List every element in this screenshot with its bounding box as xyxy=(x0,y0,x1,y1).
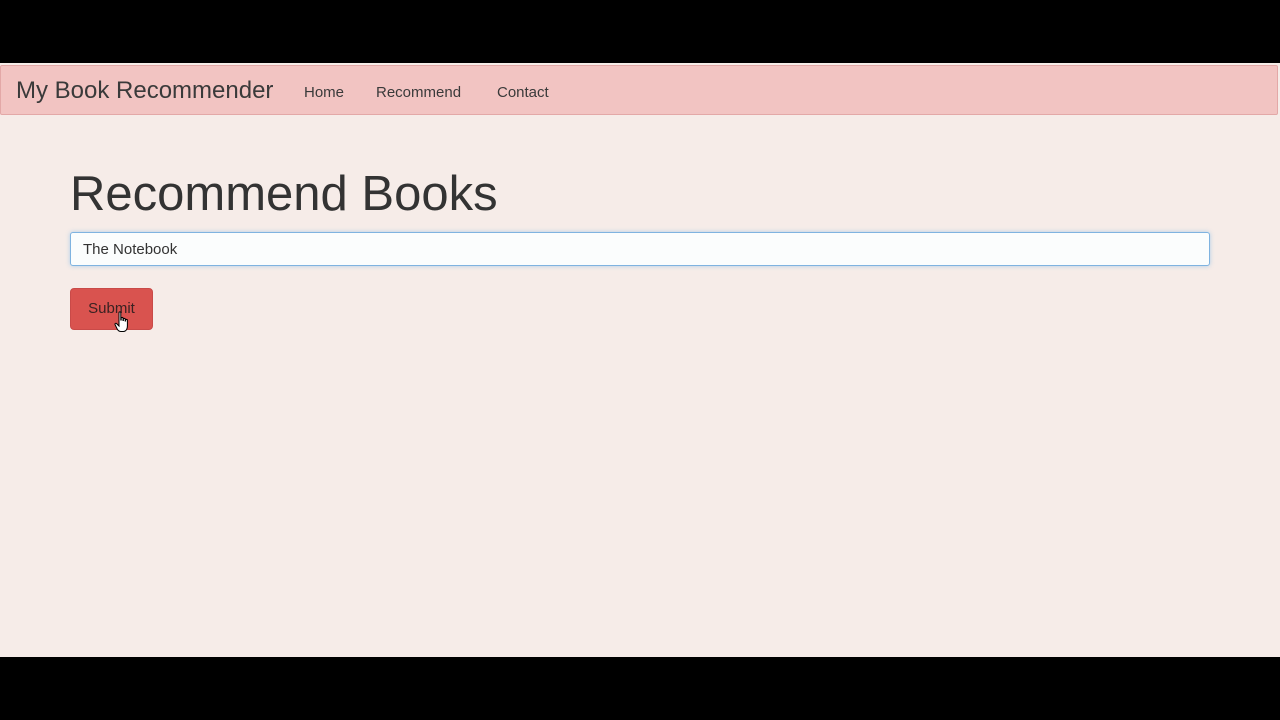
navbar: My Book Recommender Home Recommend Conta… xyxy=(0,65,1278,115)
hand-pointer-icon xyxy=(114,311,128,332)
nav-link-recommend[interactable]: Recommend xyxy=(376,84,461,101)
nav-link-home[interactable]: Home xyxy=(304,84,344,101)
nav-link-contact[interactable]: Contact xyxy=(497,84,549,101)
page-title: Recommend Books xyxy=(70,167,498,221)
brand-link[interactable]: My Book Recommender xyxy=(16,79,273,103)
submit-button[interactable]: Submit xyxy=(70,288,153,330)
book-title-input[interactable] xyxy=(70,232,1210,266)
page-viewport: My Book Recommender Home Recommend Conta… xyxy=(0,63,1280,657)
